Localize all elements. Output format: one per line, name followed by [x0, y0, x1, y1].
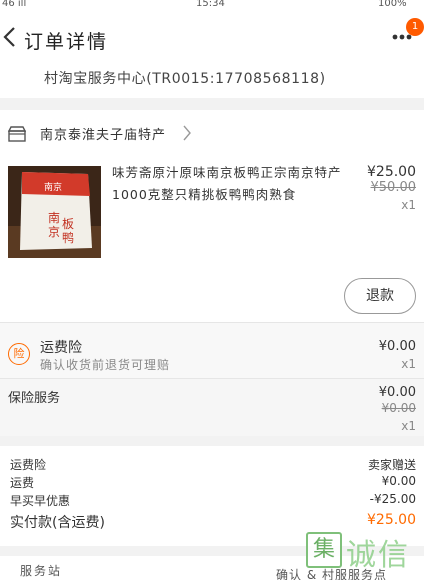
insurance-price: ¥0.00: [378, 339, 416, 354]
product-price: ¥25.00: [367, 164, 416, 180]
nav-bar: 订单详情 1: [0, 12, 424, 60]
notification-badge: 1: [406, 18, 424, 36]
insurance-icon: 险: [8, 343, 30, 365]
service-center-info: 村淘宝服务中心(TR0015:17708568118): [0, 60, 424, 98]
total-row: 实付款(含运费) ¥25.00: [0, 512, 424, 531]
summary-label: 运费险: [10, 458, 47, 472]
insured-service-original-price: ¥0.00: [381, 401, 416, 415]
product-image[interactable]: 南京 南 京 板 鸭: [8, 166, 101, 258]
order-item-card: 南京泰淮夫子庙特产 南京 南 京 板 鸭 味芳斋原汁原味南京板鸭正宗南京特产10…: [0, 110, 424, 322]
total-label: 实付款(含运费): [10, 515, 105, 531]
summary-value: 卖家赠送: [367, 458, 416, 472]
product-original-price: ¥50.00: [370, 180, 417, 195]
signal-indicator: 46 ill: [2, 0, 27, 9]
insurance-quantity: x1: [401, 357, 416, 371]
battery-indicator: 100%: [378, 0, 407, 9]
shop-icon: [8, 126, 26, 142]
insurance-title: 运费险: [40, 340, 82, 356]
clock: 15:34: [196, 0, 225, 9]
summary-row: 早买早优惠 -¥25.00: [0, 492, 424, 510]
product-title[interactable]: 味芳斋原汁原味南京板鸭正宗南京特产1000克整只精挑板鸭鸭肉熟食: [112, 162, 342, 206]
insured-service-quantity: x1: [401, 419, 416, 433]
svg-text:南京: 南京: [44, 181, 62, 193]
product-quantity: x1: [401, 198, 416, 212]
svg-text:板: 板: [62, 217, 74, 231]
summary-label: 早买早优惠: [10, 494, 71, 508]
insured-service-row[interactable]: 保险服务 ¥0.00 ¥0.00 x1: [0, 378, 424, 436]
svg-text:鸭: 鸭: [62, 231, 74, 245]
svg-text:南: 南: [48, 210, 60, 225]
status-bar: 46 ill 15:34 100%: [0, 0, 424, 12]
summary-row: 运费险 卖家赠送: [0, 456, 424, 474]
summary-row: 运费 ¥0.00: [0, 474, 424, 492]
refund-button[interactable]: 退款: [344, 278, 416, 314]
service-center-text: 村淘宝服务中心(TR0015:17708568118): [44, 71, 326, 87]
shop-name[interactable]: 南京泰淮夫子庙特产: [40, 124, 166, 143]
insured-service-price: ¥0.00: [378, 385, 416, 400]
watermark: 集 诚信: [306, 530, 424, 580]
insured-service-title: 保险服务: [8, 391, 61, 406]
watermark-logo: 集: [306, 532, 342, 568]
total-value: ¥25.00: [367, 512, 416, 528]
chevron-right-icon[interactable]: [182, 124, 192, 142]
page-title: 订单详情: [24, 31, 109, 53]
back-arrow-icon[interactable]: [2, 26, 18, 48]
summary-value: -¥25.00: [369, 492, 416, 506]
summary-label: 运费: [10, 476, 35, 490]
watermark-text: 诚信: [346, 538, 410, 573]
svg-text:京: 京: [48, 225, 60, 239]
more-icon[interactable]: [392, 34, 412, 40]
service-station-label: 服务站: [20, 564, 63, 578]
insurance-subtitle: 确认收货前退货可理赔: [40, 358, 171, 372]
shipping-insurance-row[interactable]: 险 运费险 确认收货前退货可理赔 ¥0.00 x1: [0, 322, 424, 378]
summary-value: ¥0.00: [381, 474, 416, 488]
shop-header[interactable]: 南京泰淮夫子庙特产: [0, 110, 424, 158]
